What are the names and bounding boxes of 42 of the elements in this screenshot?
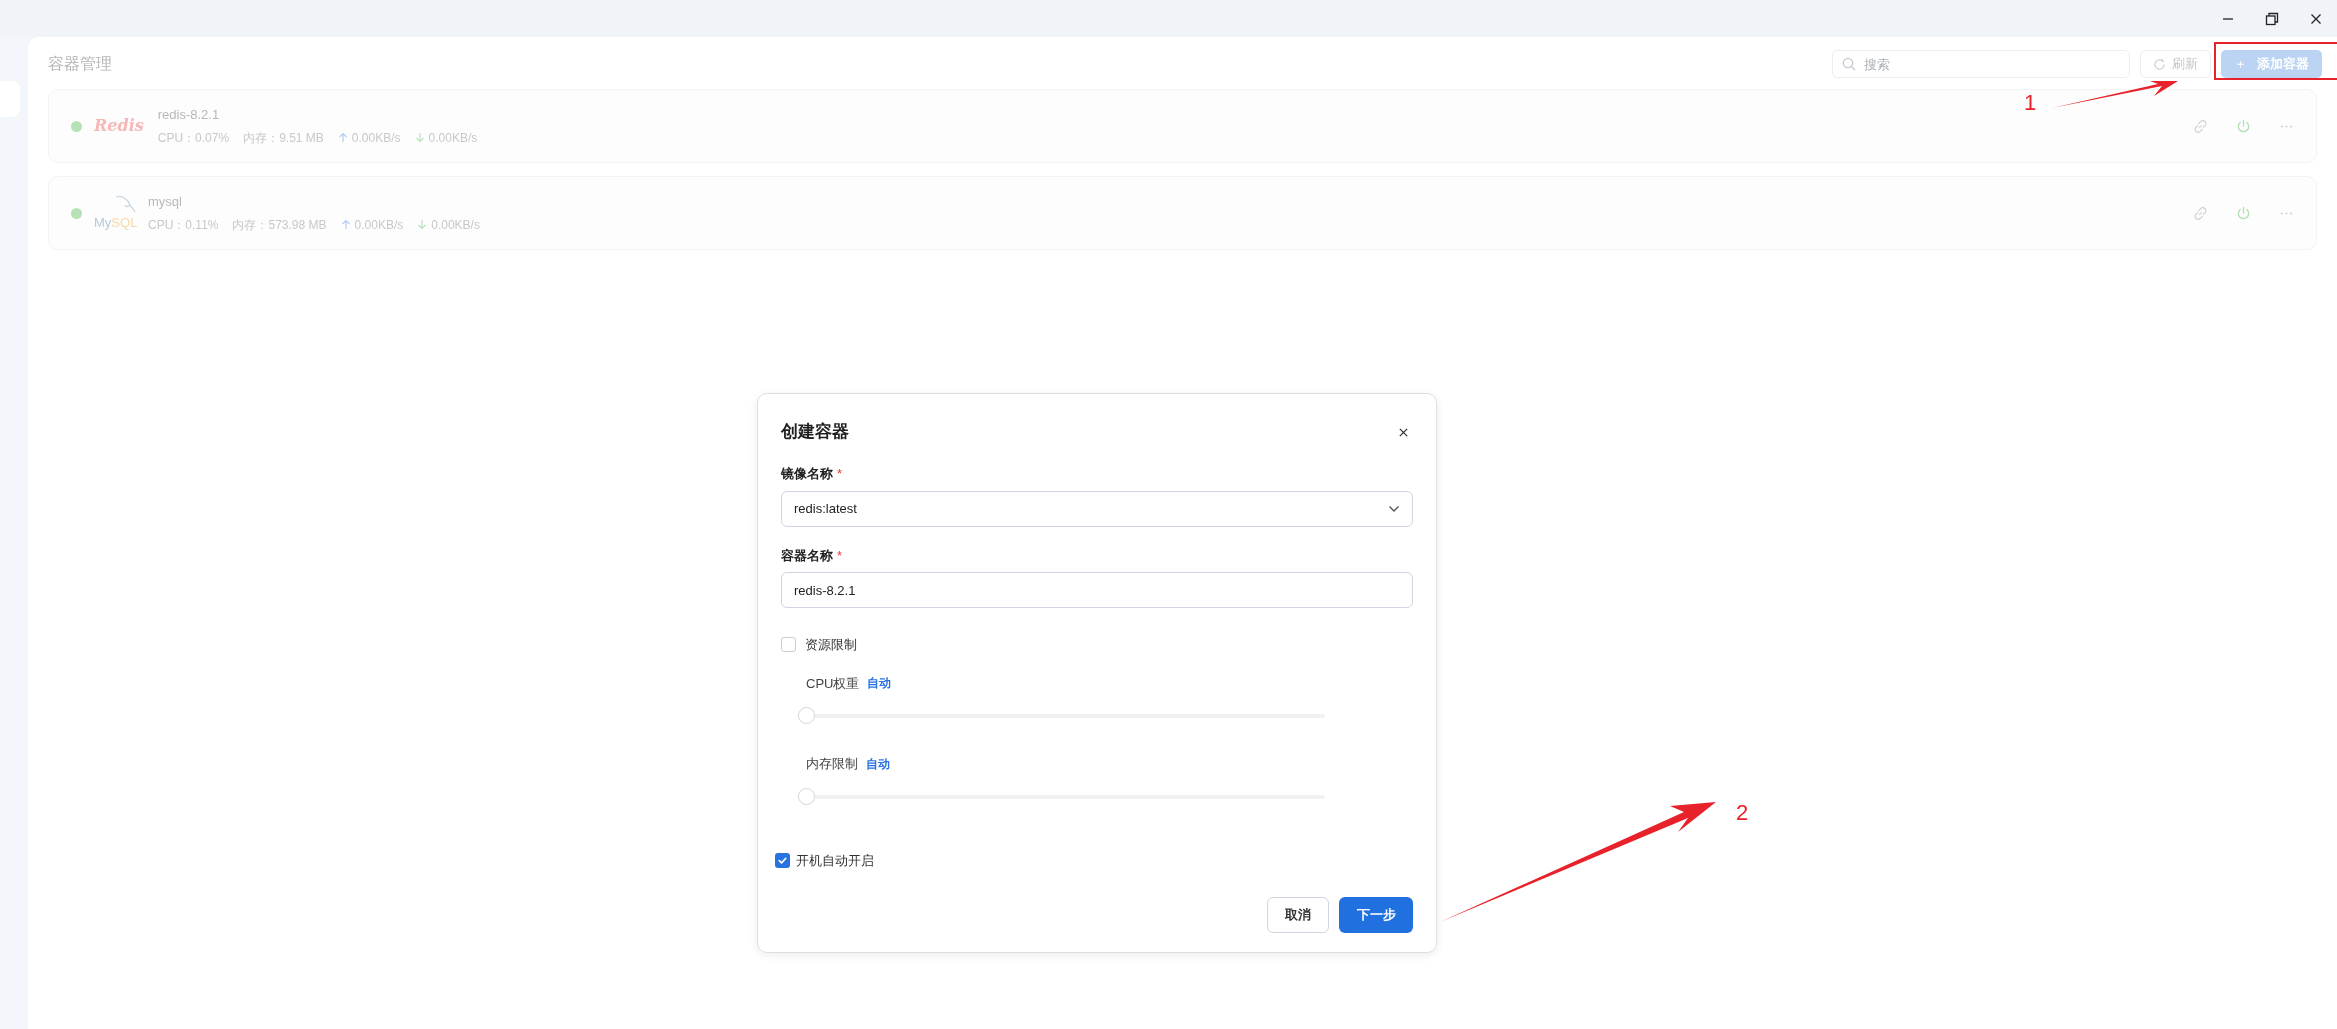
up-arrow-icon	[337, 132, 348, 144]
container-name-field[interactable]: redis-8.2.1	[781, 572, 1413, 608]
redis-logo: Redis	[94, 116, 145, 136]
annotation-number: 1	[2024, 89, 2037, 117]
slider-label: 内存限制	[806, 755, 858, 773]
image-select[interactable]: redis:latest	[781, 490, 1413, 527]
resource-limit-checkbox[interactable]	[781, 637, 796, 653]
slider-thumb[interactable]	[798, 707, 815, 724]
close-icon[interactable]	[1398, 426, 1409, 438]
annotation-number: 2	[1736, 799, 1749, 827]
chevron-down-icon	[1388, 504, 1400, 513]
dialog-title: 创建容器	[781, 421, 849, 444]
field-label: 容器名称	[781, 546, 833, 565]
checkbox-label: 资源限制	[805, 636, 857, 654]
power-icon[interactable]	[2236, 205, 2251, 221]
container-name: mysql	[148, 193, 183, 212]
slider-reading: 自动	[866, 755, 890, 773]
check-icon	[777, 854, 788, 866]
down-arrow-icon	[417, 219, 428, 231]
refresh-icon	[2153, 57, 2166, 71]
next-button[interactable]: 下一步	[1339, 897, 1413, 933]
search-field[interactable]: 搜索	[1832, 50, 2130, 78]
autostart-checkbox[interactable]	[775, 852, 790, 868]
link-icon[interactable]	[2193, 118, 2208, 134]
down-arrow-icon	[414, 132, 425, 144]
up-arrow-icon	[340, 219, 351, 231]
mysql-logo: MySQL	[94, 193, 138, 233]
field-label: 镜像名称	[781, 465, 833, 483]
restore-icon[interactable]	[2265, 11, 2279, 26]
container-name: redis-8.2.1	[157, 106, 221, 125]
page-title: 容器管理	[48, 54, 112, 74]
slider-thumb[interactable]	[798, 787, 815, 805]
checkbox-label: 开机自动开启	[796, 851, 874, 870]
search-icon	[1842, 57, 1856, 71]
required-mark: *	[837, 546, 843, 565]
close-icon[interactable]	[2309, 11, 2323, 26]
link-icon[interactable]	[2193, 205, 2208, 221]
power-icon[interactable]	[2236, 118, 2251, 134]
slider-reading: 自动	[867, 675, 892, 693]
required-mark: *	[837, 465, 843, 483]
cancel-button[interactable]: 取消	[1267, 897, 1329, 933]
slider-label: CPU权重	[806, 674, 860, 693]
